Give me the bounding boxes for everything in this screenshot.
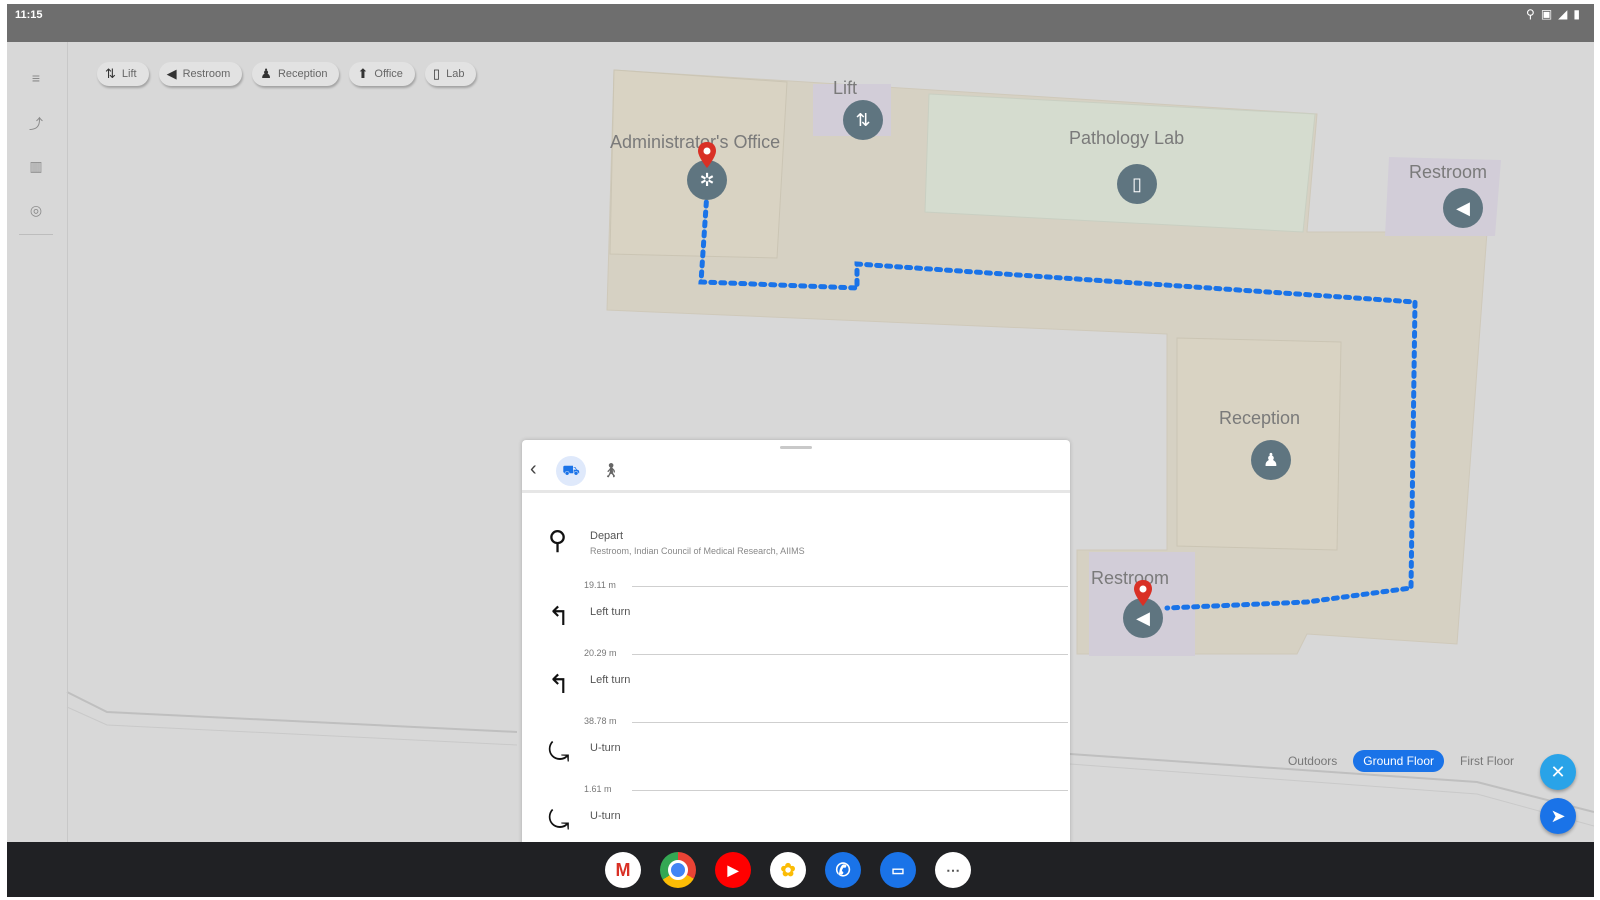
youtube-app-icon[interactable]: ▶ [715,852,751,888]
building-icon[interactable]: ▥ [27,158,45,176]
chip-label: Lift [121,68,137,80]
chip-label: Office [374,68,403,80]
poi-pathology-lab[interactable]: ▯ [1117,164,1157,204]
reception-icon: ♟ [1262,449,1280,470]
chip-label: Lab [446,68,465,80]
distance-value: 19.11 m [584,580,616,590]
lift-icon: ⇅ [105,66,116,81]
back-icon[interactable]: ‹ [530,458,537,481]
close-icon: ✕ [1550,761,1566,782]
room-label-pathology: Pathology Lab [1069,128,1185,148]
distance-value: 1.61 m [584,784,612,794]
status-bar: 11:15 ⚲ ▣ ◢ ▮ [7,4,1594,42]
indoor-map[interactable]: ≡ ⤴ ▥ ◎ ⇅ Lift ◀ Restroom ♟ Reception ⬆ Offi… [7,42,1594,850]
walk-mode-button[interactable]: 🚶︎ [602,462,620,479]
step-distance: 19.11 m [584,580,1068,592]
origin-pin-icon [1134,580,1152,606]
floor-first[interactable]: First Floor [1450,750,1524,772]
room-label-restroom-top: Restroom [1409,162,1488,182]
chip-lift[interactable]: ⇅ Lift [97,62,149,86]
navigation-arrow-icon: ➤ [1550,805,1566,826]
lift-icon: ⇅ [855,109,871,130]
room-label-lift: Lift [833,78,858,98]
chip-label: Restroom [182,68,231,80]
chip-office[interactable]: ⬆ Office [349,62,415,86]
floor-outdoors[interactable]: Outdoors [1278,750,1347,772]
route-icon[interactable]: ⤴ [27,114,45,132]
chip-restroom[interactable]: ◀ Restroom [158,62,243,86]
app-window: 11:15 ⚲ ▣ ◢ ▮ ≡ ⤴ ▥ ◎ ⇅ Lift ◀ Restroom … [7,4,1594,897]
battery-icon: ▮ [1573,7,1580,21]
directions-sheet: ‹ ⛟ 🚶︎ ⚲ Depart Restroom, Indian Council… [522,440,1070,850]
network-icon: ▣ [1540,7,1553,21]
room-label-restroom-bottom: Restroom [1091,568,1170,588]
phone-app-icon[interactable]: ✆ [825,852,861,888]
step-title: Left turn [590,674,631,686]
settings-icon[interactable]: ◎ [27,202,45,220]
u-turn-icon: ⤿ [548,737,570,767]
room-label-reception: Reception [1219,408,1301,428]
walk-icon: 🚶︎ [602,462,620,478]
poi-lift[interactable]: ⇅ [843,100,883,140]
car-mode-button[interactable]: ⛟ [556,456,586,486]
taskbar: M ▶ ✿ ✆ ▭ ⋯ [7,842,1594,897]
menu-icon[interactable]: ≡ [27,70,45,88]
floor-switcher: Outdoors Ground Floor First Floor [1278,750,1524,772]
poi-restroom-top[interactable]: ◀ [1443,188,1483,228]
car-icon: ⛟ [562,461,580,478]
step-distance: 1.61 m [584,784,1068,796]
step-title: Depart [590,530,624,542]
close-route-button[interactable]: ✕ [1540,754,1576,790]
my-location-button[interactable]: ➤ [1540,798,1576,834]
destination-pin-icon [698,142,716,168]
restroom-icon: ◀ [1456,197,1470,218]
distance-value: 20.29 m [584,648,617,658]
location-icon: ⚲ [1526,7,1535,21]
office-icon: ✲ [699,169,715,190]
side-rail: ≡ ⤴ ▥ ◎ [7,42,68,850]
status-time: 11:15 [15,9,43,21]
pin-icon: ⚲ [548,525,568,555]
step-distance: 20.29 m [584,648,1068,660]
poi-reception[interactable]: ♟ [1251,440,1291,480]
room-label-admin: Administrator's Office [610,132,781,152]
distance-value: 38.78 m [584,716,617,726]
turn-left-icon: ↰ [548,669,570,699]
restroom-icon: ◀ [1136,607,1150,628]
sheet-drag-handle[interactable] [780,446,812,449]
reception-icon: ♟ [260,66,272,81]
lab-icon: ▯ [432,66,441,81]
chrome-app-icon[interactable] [660,852,696,888]
sheet-header: ‹ ⛟ 🚶︎ [522,450,1070,493]
gmail-app-icon[interactable]: M [605,852,641,888]
photos-app-icon[interactable]: ✿ [770,852,806,888]
category-chips: ⇅ Lift ◀ Restroom ♟ Reception ⬆ Office ▯ Lab [97,62,477,86]
step-distance: 38.78 m [584,716,1068,728]
floor-ground[interactable]: Ground Floor [1353,750,1444,772]
turn-left-icon: ↰ [548,601,570,631]
messages-app-icon[interactable]: ▭ [880,852,916,888]
step-subtitle: Restroom, Indian Council of Medical Rese… [590,546,805,556]
chip-lab[interactable]: ▯ Lab [424,62,477,86]
office-icon: ⬆ [357,66,369,81]
lab-icon: ▯ [1132,173,1142,194]
step-title: U-turn [590,742,621,754]
app-launcher-icon[interactable]: ⋯ [935,852,971,888]
step-title: Left turn [590,606,631,618]
wifi-icon: ◢ [1558,7,1568,21]
restroom-icon: ◀ [166,66,177,81]
step-title: U-turn [590,810,621,822]
chip-reception[interactable]: ♟ Reception [252,62,340,86]
u-turn-icon: ⤿ [548,805,570,835]
rail-divider [19,234,53,235]
chip-label: Reception [277,68,328,80]
